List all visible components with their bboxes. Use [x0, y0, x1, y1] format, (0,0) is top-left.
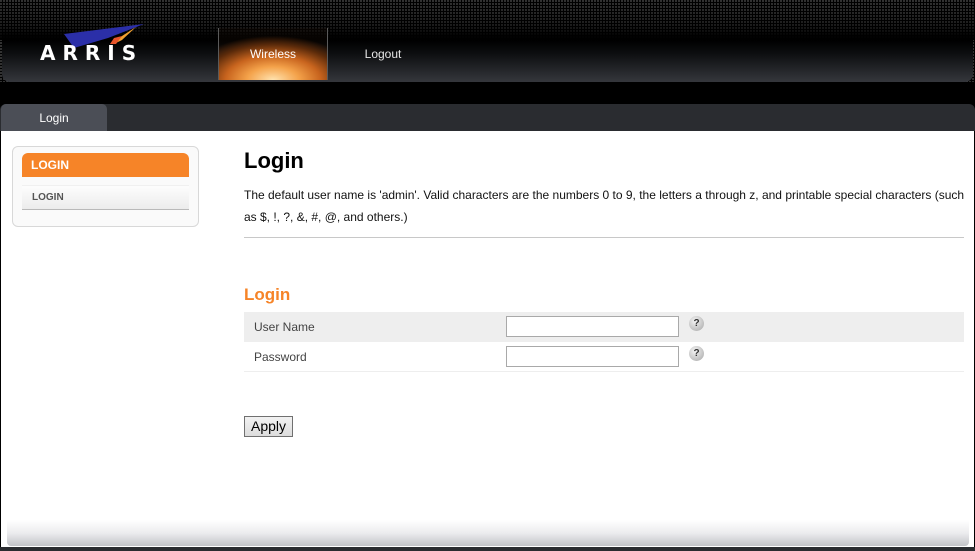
- password-input[interactable]: [506, 346, 679, 367]
- username-label: User Name: [254, 320, 315, 334]
- form-row-password: Password ?: [244, 342, 964, 372]
- divider: [244, 237, 964, 238]
- sidebar-menu: LOGIN LOGIN: [12, 146, 199, 227]
- nav-tab-logout[interactable]: Logout: [328, 28, 438, 80]
- page-title: Login: [244, 148, 304, 173]
- sub-tab-bar: Login: [0, 104, 975, 131]
- password-label: Password: [254, 350, 307, 364]
- form-row-username: User Name ?: [244, 312, 964, 342]
- sidebar-header: LOGIN: [22, 153, 189, 177]
- nav-tab-logout-label: Logout: [364, 47, 402, 61]
- nav-tab-wireless-label: Wireless: [249, 47, 296, 61]
- nav-tab-wireless[interactable]: Wireless: [218, 28, 328, 80]
- section-title: Login: [244, 285, 291, 304]
- footer-bar: [7, 520, 969, 546]
- apply-button[interactable]: Apply: [244, 416, 293, 437]
- top-header: ARRIS Wireless Logout: [0, 0, 975, 82]
- page-description: The default user name is 'admin'. Valid …: [244, 188, 965, 224]
- tab-login-label: Login: [39, 110, 69, 125]
- sidebar-item-login[interactable]: LOGIN: [22, 185, 189, 210]
- bottom-strip: [0, 547, 975, 551]
- content-area: LOGIN LOGIN Login The default user name …: [0, 131, 975, 551]
- question-mark-icon[interactable]: ?: [689, 346, 704, 361]
- question-mark-icon[interactable]: ?: [689, 316, 704, 331]
- tab-login[interactable]: Login: [1, 104, 107, 131]
- username-input[interactable]: [506, 316, 679, 337]
- brand-name: ARRIS: [40, 41, 144, 65]
